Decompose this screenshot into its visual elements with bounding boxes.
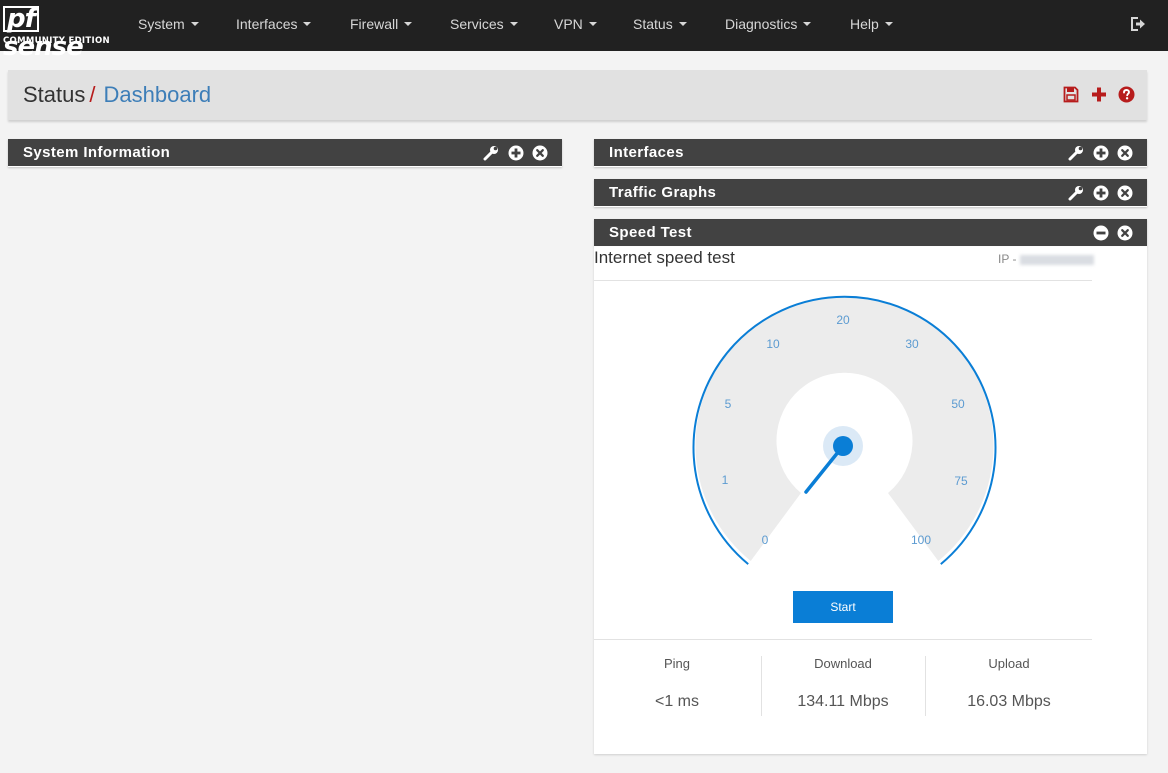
pfsense-logo[interactable]: pfsense COMMUNITY EDITION: [3, 5, 111, 61]
plus-circle-icon[interactable]: [508, 145, 524, 161]
plus-icon[interactable]: [1091, 86, 1107, 103]
ping-result: Ping <1 ms: [597, 656, 757, 712]
plus-circle-icon[interactable]: [1093, 145, 1109, 161]
widget-title[interactable]: System Information: [23, 139, 170, 167]
gauge-tick-label: 75: [954, 474, 968, 488]
nav-menu-firewall[interactable]: Firewall: [350, 0, 413, 51]
gauge-hub: [833, 436, 853, 456]
nav-menu-interfaces[interactable]: Interfaces: [236, 0, 312, 51]
gauge-tick-label: 10: [766, 337, 780, 351]
ping-label: Ping: [663, 656, 691, 671]
nav-menu-label: Diagnostics: [725, 16, 798, 32]
logo-pf: pf: [3, 6, 39, 32]
nav-menu-label: Interfaces: [236, 16, 298, 32]
widget-title[interactable]: Interfaces: [609, 139, 684, 167]
speed-test-body: Internet speed test IP - 0 1 5 10 20 30 …: [594, 247, 1147, 754]
wrench-icon[interactable]: [483, 145, 499, 161]
download-label: Download: [814, 656, 872, 671]
widget-title[interactable]: Traffic Graphs: [609, 179, 716, 207]
gauge-tick-label: 0: [762, 533, 769, 547]
breadcrumb-actions: [1056, 86, 1135, 104]
breadcrumb-page[interactable]: Dashboard: [104, 82, 212, 107]
nav-menu-vpn[interactable]: VPN: [554, 0, 597, 51]
caret-down-icon: [303, 22, 312, 27]
gauge-tick-label: 100: [911, 533, 931, 547]
logo-edition: COMMUNITY EDITION: [3, 36, 110, 46]
breadcrumb: Status / Dashboard: [23, 82, 211, 108]
close-circle-icon[interactable]: [1117, 185, 1133, 201]
widget-traffic-graphs-header: Traffic Graphs: [594, 179, 1147, 207]
widget-actions: [479, 145, 548, 161]
caret-down-icon: [588, 22, 597, 27]
plus-circle-icon[interactable]: [1093, 185, 1109, 201]
close-circle-icon[interactable]: [1117, 225, 1133, 241]
nav-menu-services[interactable]: Services: [450, 0, 518, 51]
widget-speed-test-header: Speed Test: [594, 219, 1147, 247]
upload-value: 16.03 Mbps: [967, 693, 1051, 710]
wrench-icon[interactable]: [1068, 145, 1084, 161]
widget-actions: [1064, 185, 1133, 201]
breadcrumb-section[interactable]: Status: [23, 82, 85, 107]
divider: [925, 656, 926, 716]
nav-menu-help[interactable]: Help: [850, 0, 893, 51]
save-icon[interactable]: [1063, 86, 1079, 103]
download-result: Download 134.11 Mbps: [763, 656, 923, 712]
gauge-tick-label: 30: [905, 337, 919, 351]
divider: [594, 639, 1092, 640]
caret-down-icon: [509, 22, 518, 27]
nav-menu-status[interactable]: Status: [633, 0, 687, 51]
nav-menu-diagnostics[interactable]: Diagnostics: [725, 0, 812, 51]
caret-down-icon: [678, 22, 687, 27]
breadcrumb-bar: Status / Dashboard: [8, 70, 1147, 120]
nav-menu-label: System: [138, 16, 185, 32]
upload-label: Upload: [988, 656, 1030, 671]
wrench-icon[interactable]: [1068, 185, 1084, 201]
gauge-tick-label: 5: [725, 397, 732, 411]
widget-interfaces-header: Interfaces: [594, 139, 1147, 167]
top-navbar: pfsense COMMUNITY EDITION System Interfa…: [0, 0, 1168, 61]
question-circle-icon[interactable]: [1118, 86, 1135, 103]
close-circle-icon[interactable]: [1117, 145, 1133, 161]
caret-down-icon: [190, 22, 199, 27]
widget-title[interactable]: Speed Test: [609, 219, 692, 247]
ping-value: <1 ms: [654, 693, 699, 710]
upload-result: Upload 16.03 Mbps: [929, 656, 1089, 712]
nav-menu-label: Services: [450, 16, 504, 32]
gauge-tick-label: 50: [951, 397, 965, 411]
caret-down-icon: [884, 22, 893, 27]
sign-out-icon[interactable]: [1129, 15, 1147, 33]
close-circle-icon[interactable]: [532, 145, 548, 161]
gauge-tick-label: 20: [836, 313, 850, 327]
gauge-tick-label: 1: [722, 473, 729, 487]
nav-menu-label: VPN: [554, 16, 583, 32]
nav-menu-label: Status: [633, 16, 673, 32]
nav-menu-system[interactable]: System: [138, 0, 199, 51]
breadcrumb-separator: /: [89, 82, 96, 107]
caret-down-icon: [803, 22, 812, 27]
start-button[interactable]: Start: [793, 591, 893, 623]
widget-actions: [1089, 225, 1133, 241]
logo-wordmark: pfsense: [3, 5, 111, 61]
minus-circle-icon[interactable]: [1093, 225, 1109, 241]
nav-menu-label: Firewall: [350, 16, 399, 32]
divider: [761, 656, 762, 716]
widget-actions: [1064, 145, 1133, 161]
nav-menu-label: Help: [850, 16, 879, 32]
widget-system-information-header: System Information: [8, 139, 562, 167]
download-value: 134.11 Mbps: [797, 693, 889, 710]
caret-down-icon: [404, 22, 413, 27]
